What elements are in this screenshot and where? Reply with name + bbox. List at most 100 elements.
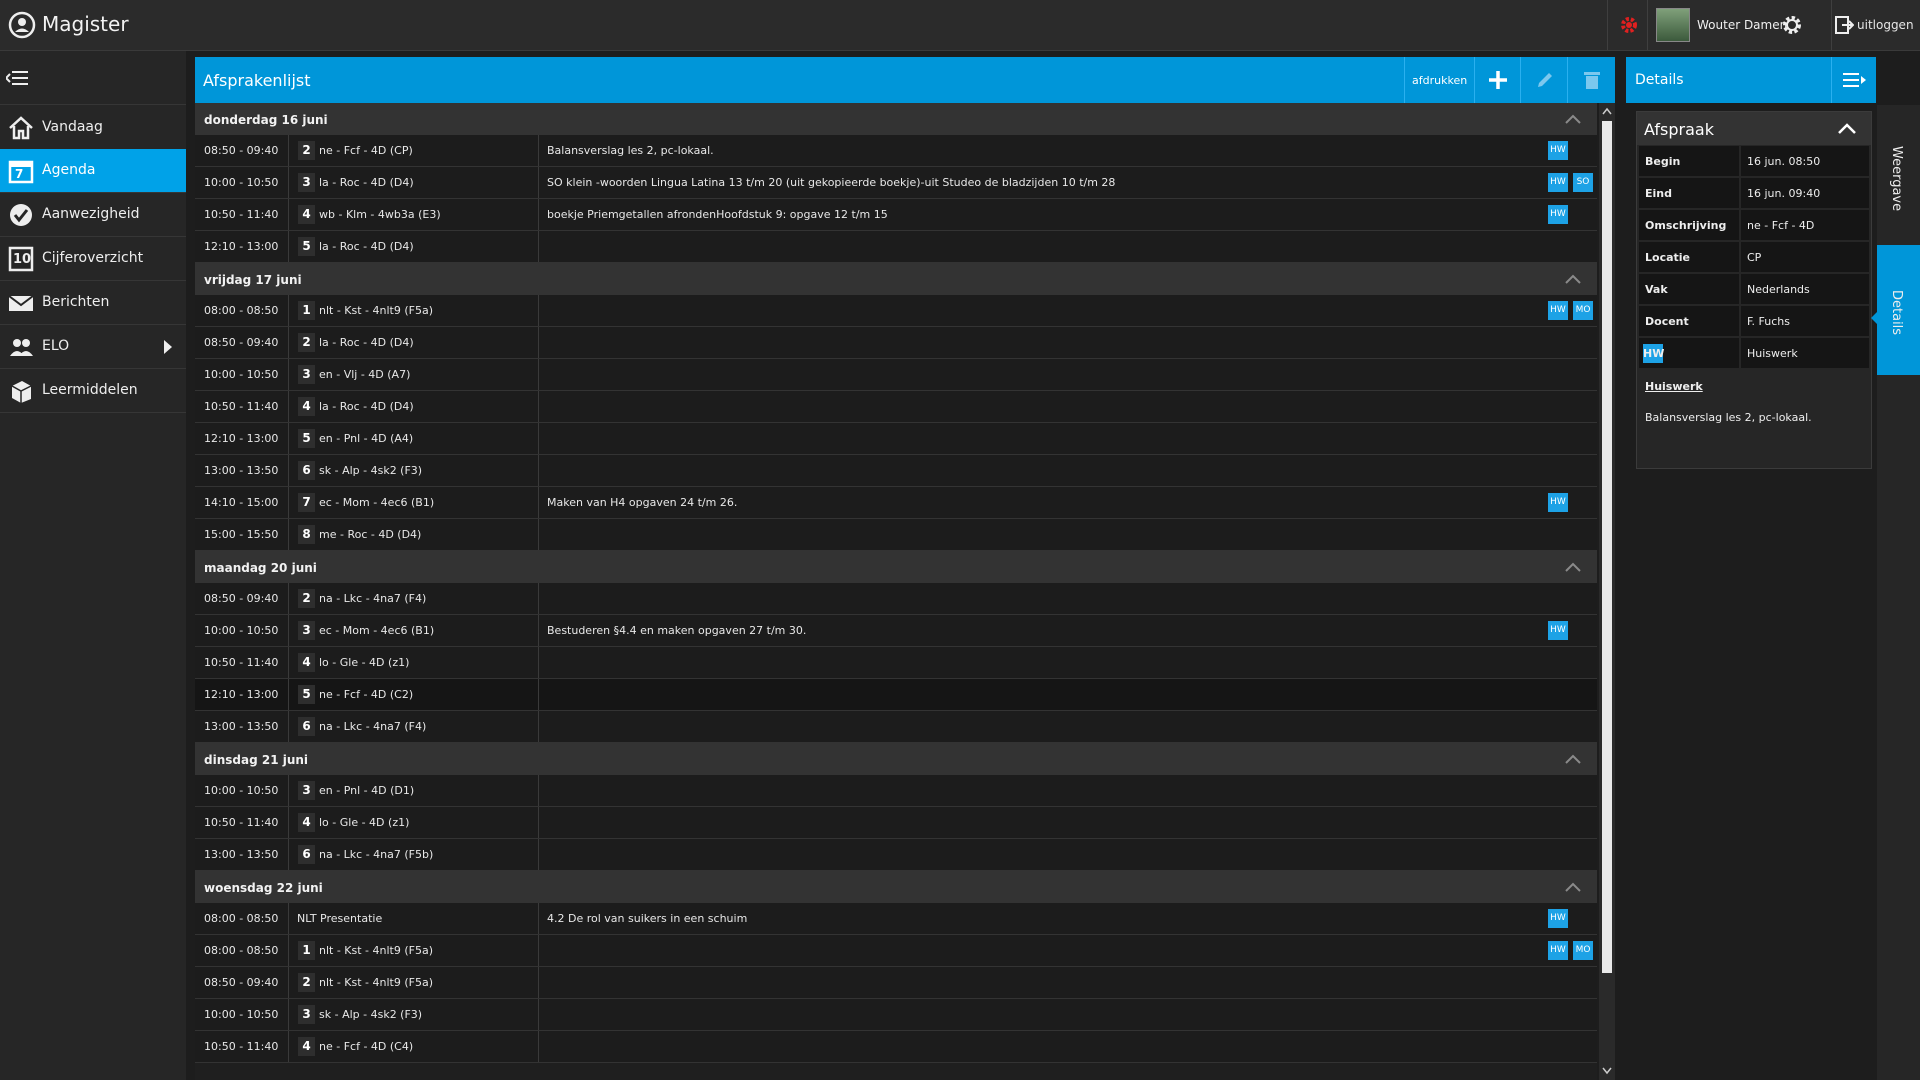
appointment-row[interactable]: 12:10 - 13:00 5 ne - Fcf - 4D (C2) <box>195 679 1597 711</box>
add-button[interactable] <box>1474 57 1521 103</box>
appointment-row[interactable]: 10:50 - 11:40 4 wb - Klm - 4wb3a (E3) boekj… <box>195 199 1597 231</box>
alert-button[interactable] <box>1607 0 1648 50</box>
day-header[interactable]: maandag 20 juni <box>195 551 1597 584</box>
chevron-up-icon[interactable] <box>1838 123 1856 135</box>
hw-badge[interactable]: HW <box>1548 205 1568 224</box>
appointment-time: 10:00 - 10:50 <box>204 1008 279 1021</box>
magister-logo-icon[interactable] <box>8 11 36 39</box>
hw-badge[interactable]: HW <box>1548 301 1568 320</box>
column-divider <box>288 519 289 550</box>
appointment-row[interactable]: 13:00 - 13:50 6 sk - Alp - 4sk2 (F3) <box>195 455 1597 487</box>
details-section-header[interactable]: Afspraak <box>1637 112 1871 145</box>
sidebar-collapse-button[interactable] <box>0 51 186 105</box>
appointment-row[interactable]: 12:10 - 13:00 5 en - Pnl - 4D (A4) <box>195 423 1597 455</box>
appointment-row[interactable]: 10:50 - 11:40 4 lo - Gle - 4D (z1) <box>195 807 1597 839</box>
mo-badge[interactable]: MO <box>1573 301 1593 320</box>
column-divider <box>288 391 289 422</box>
appointment-row[interactable]: 13:00 - 13:50 6 na - Lkc - 4na7 (F4) <box>195 711 1597 743</box>
expand-arrow-icon <box>164 340 172 354</box>
sidebar-item-vandaag[interactable]: Vandaag <box>0 106 186 150</box>
top-bar: Magister Wouter Damen uitloggen <box>0 0 1920 51</box>
sidebar-item-elo[interactable]: ELO <box>0 325 186 369</box>
grades-icon-number: 10 <box>13 252 32 267</box>
chevron-up-icon[interactable] <box>1565 751 1581 767</box>
day-header[interactable]: donderdag 16 juni <box>195 103 1597 136</box>
mo-badge[interactable]: MO <box>1573 941 1593 960</box>
day-header[interactable]: vrijdag 17 juni <box>195 263 1597 296</box>
chevron-up-icon[interactable] <box>1565 879 1581 895</box>
appointment-time: 12:10 - 13:00 <box>204 240 279 253</box>
sidebar-item-label: Aanwezigheid <box>42 206 140 222</box>
appointment-row[interactable]: 14:10 - 15:00 7 ec - Mom - 4ec6 (B1) Maken … <box>195 487 1597 519</box>
appointment-time: 08:50 - 09:40 <box>204 592 279 605</box>
column-divider <box>538 167 539 198</box>
scroll-down-icon[interactable] <box>1602 1067 1612 1075</box>
lesson-hour: 4 <box>298 205 315 224</box>
scroll-up-icon[interactable] <box>1602 107 1612 115</box>
appointment-row[interactable]: 10:00 - 10:50 3 en - Vlj - 4D (A7) <box>195 359 1597 391</box>
appointment-row[interactable]: 10:00 - 10:50 3 ec - Mom - 4ec6 (B1) Bestud… <box>195 615 1597 647</box>
scroll-thumb[interactable] <box>1602 121 1612 973</box>
appointment-row[interactable]: 15:00 - 15:50 8 me - Roc - 4D (D4) <box>195 519 1597 551</box>
homework-link[interactable]: Huiswerk <box>1645 380 1703 393</box>
tab-weergave[interactable]: Weergave <box>1877 108 1920 238</box>
hw-badge[interactable]: HW <box>1548 621 1568 640</box>
hw-badge[interactable]: HW <box>1548 493 1568 512</box>
appointment-time: 10:50 - 11:40 <box>204 1040 279 1053</box>
hw-badge[interactable]: HW <box>1548 141 1568 160</box>
logout-label[interactable]: uitloggen <box>1857 18 1914 32</box>
appointment-row[interactable]: 10:50 - 11:40 4 ne - Fcf - 4D (C4) <box>195 1031 1597 1063</box>
appointment-time: 10:00 - 10:50 <box>204 176 279 189</box>
lesson-hour: 2 <box>298 973 315 992</box>
chevron-up-icon[interactable] <box>1565 111 1581 127</box>
column-divider <box>538 967 539 998</box>
app-title[interactable]: Magister <box>42 12 129 36</box>
delete-button[interactable] <box>1567 57 1616 103</box>
appointment-row[interactable]: 10:50 - 11:40 4 la - Roc - 4D (D4) <box>195 391 1597 423</box>
appointment-row[interactable]: 08:00 - 08:50 1 nlt - Kst - 4nlt9 (F5a) HW M… <box>195 295 1597 327</box>
sidebar-item-agenda[interactable]: 7 Agenda <box>0 149 186 193</box>
details-collapse-button[interactable] <box>1831 57 1876 103</box>
appointment-time: 08:00 - 08:50 <box>204 944 279 957</box>
appointment-row[interactable]: 08:50 - 09:40 2 nlt - Kst - 4nlt9 (F5a) <box>195 967 1597 999</box>
column-divider <box>288 135 289 166</box>
appointment-row[interactable]: 13:00 - 13:50 6 na - Lkc - 4na7 (F5b) <box>195 839 1597 871</box>
avatar[interactable] <box>1656 8 1690 42</box>
sidebar-item-aanwezigheid[interactable]: Aanwezigheid <box>0 193 186 237</box>
check-icon <box>10 204 32 226</box>
scrollbar[interactable] <box>1599 103 1615 1080</box>
pencil-icon <box>1538 73 1552 87</box>
lesson-hour: 3 <box>298 1005 315 1024</box>
appointment-row[interactable]: 08:00 - 08:50 NLT Presentatie 4.2 De rol v… <box>195 903 1597 935</box>
appointment-row[interactable]: 10:50 - 11:40 4 lo - Gle - 4D (z1) <box>195 647 1597 679</box>
day-header[interactable]: woensdag 22 juni <box>195 871 1597 904</box>
column-divider <box>288 775 289 806</box>
hw-badge[interactable]: HW <box>1548 909 1568 928</box>
appointment-row[interactable]: 08:50 - 09:40 2 la - Roc - 4D (D4) <box>195 327 1597 359</box>
appointment-row[interactable]: 12:10 - 13:00 5 la - Roc - 4D (D4) <box>195 231 1597 263</box>
sidebar-item-berichten[interactable]: Berichten <box>0 281 186 325</box>
hw-badge[interactable]: HW <box>1548 941 1568 960</box>
so-badge[interactable]: SO <box>1573 173 1593 192</box>
settings-gear-icon[interactable] <box>1781 14 1803 36</box>
appointment-time: 08:50 - 09:40 <box>204 336 279 349</box>
edit-button[interactable] <box>1520 57 1568 103</box>
appointment-row[interactable]: 10:00 - 10:50 3 en - Pnl - 4D (D1) <box>195 775 1597 807</box>
sidebar-item-leermiddelen[interactable]: Leermiddelen <box>0 369 186 413</box>
chevron-up-icon[interactable] <box>1565 271 1581 287</box>
appointment-row[interactable]: 10:00 - 10:50 3 la - Roc - 4D (D4) SO klein… <box>195 167 1597 199</box>
appointment-row[interactable]: 08:00 - 08:50 1 nlt - Kst - 4nlt9 (F5a) HW M… <box>195 935 1597 967</box>
sidebar-item-cijferoverzicht[interactable]: 10 Cijferoverzicht <box>0 237 186 281</box>
appointment-row[interactable]: 10:00 - 10:50 3 sk - Alp - 4sk2 (F3) <box>195 999 1597 1031</box>
day-label: dinsdag 21 juni <box>204 753 309 767</box>
day-header[interactable]: dinsdag 21 juni <box>195 743 1597 776</box>
user-name[interactable]: Wouter Damen <box>1697 18 1787 32</box>
tab-details[interactable]: Details <box>1871 245 1920 375</box>
hw-badge[interactable]: HW <box>1548 173 1568 192</box>
appointment-row[interactable]: 08:50 - 09:40 2 na - Lkc - 4na7 (F4) <box>195 583 1597 615</box>
appointment-row[interactable]: 08:50 - 09:40 2 ne - Fcf - 4D (CP) Balansve… <box>195 135 1597 167</box>
print-button-label[interactable]: afdrukken <box>1412 74 1467 87</box>
chevron-up-icon[interactable] <box>1565 559 1581 575</box>
lesson-hour: 6 <box>298 717 315 736</box>
column-divider <box>538 455 539 486</box>
